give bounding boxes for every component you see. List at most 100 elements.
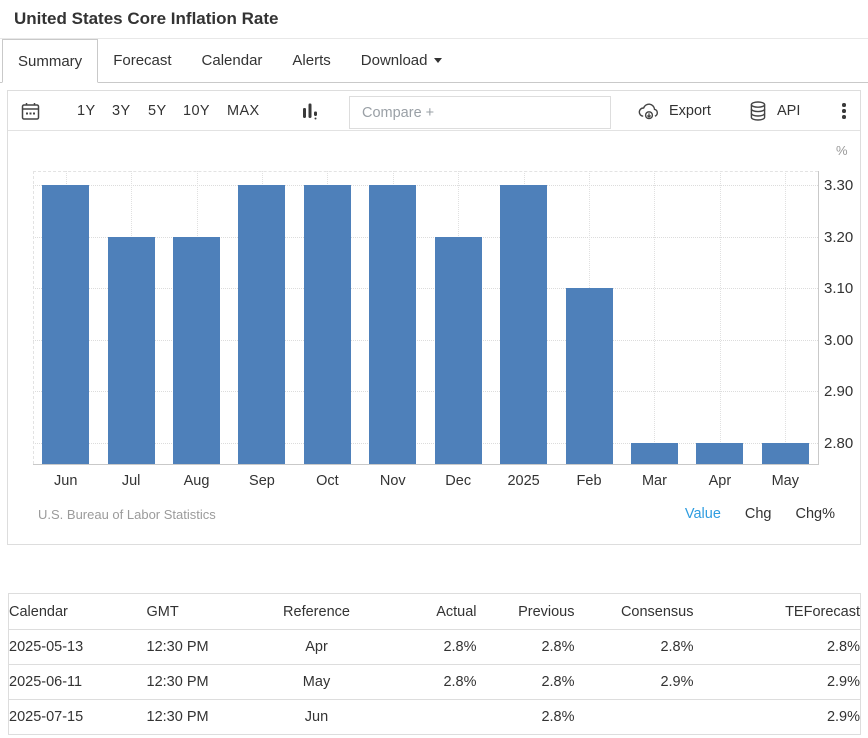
bar-jul[interactable] [108, 237, 155, 464]
x-axis-tick-label: Oct [294, 473, 360, 489]
table-cell-actual: 2.8% [377, 630, 477, 665]
table-cell-reference: Jun [257, 700, 377, 735]
table-cell-gmt: 12:30 PM [147, 665, 257, 700]
mode-link-value[interactable]: Value [685, 506, 721, 522]
bar-jun[interactable] [42, 185, 89, 464]
table-cell-teforecast: 2.8% [694, 630, 861, 665]
api-button[interactable]: API [747, 100, 800, 122]
bar-may[interactable] [762, 443, 809, 464]
table-cell-calendar: 2025-05-13 [9, 630, 147, 665]
tab-label: Summary [18, 53, 82, 70]
x-axis-tick-label: Jun [33, 473, 99, 489]
bar-dec[interactable] [435, 237, 482, 464]
plot-border-top [33, 171, 818, 172]
range-button-max[interactable]: MAX [227, 103, 260, 119]
page-title: United States Core Inflation Rate [14, 9, 278, 29]
mode-link-chg-pct[interactable]: Chg% [796, 506, 836, 522]
column-header-consensus: Consensus [575, 594, 694, 630]
cloud-download-icon [637, 100, 661, 122]
calendar-table: CalendarGMTReferenceActualPreviousConsen… [8, 593, 861, 735]
mode-link-chg[interactable]: Chg [745, 506, 772, 522]
bar-feb[interactable] [566, 288, 613, 464]
bar-apr[interactable] [696, 443, 743, 464]
tab-summary[interactable]: Summary [2, 39, 98, 83]
table-cell-consensus [575, 700, 694, 735]
table-cell-previous: 2.8% [477, 630, 575, 665]
y-axis-tick-label: 3.00 [824, 332, 853, 349]
x-axis-tick-label: May [752, 473, 818, 489]
bar-oct[interactable] [304, 185, 351, 464]
x-axis-tick-label: Feb [556, 473, 622, 489]
bar-nov[interactable] [369, 185, 416, 464]
table-cell-previous: 2.8% [477, 665, 575, 700]
x-axis-tick-label: 2025 [491, 473, 557, 489]
tab-download[interactable]: Download [346, 39, 458, 82]
y-axis-tick-label: 3.20 [824, 229, 853, 246]
table-cell-actual: 2.8% [377, 665, 477, 700]
y-axis-tick-label: 2.80 [824, 435, 853, 452]
table-cell-gmt: 12:30 PM [147, 630, 257, 665]
tab-label: Download [361, 52, 428, 69]
kebab-menu-icon[interactable] [840, 101, 848, 121]
chart-mode-switch: Value Chg Chg% [685, 506, 835, 522]
tab-calendar[interactable]: Calendar [187, 39, 278, 82]
chart-area: 3.303.203.103.002.902.80JunJulAugSepOctN… [8, 131, 860, 544]
calendar-table-header: CalendarGMTReferenceActualPreviousConsen… [9, 594, 861, 630]
range-button-5y[interactable]: 5Y [148, 103, 167, 119]
page-header: United States Core Inflation Rate [0, 0, 868, 39]
table-row: 2025-06-1112:30 PMMay2.8%2.8%2.9%2.9% [9, 665, 861, 700]
export-label: Export [669, 103, 711, 119]
x-gridline [785, 171, 786, 464]
column-header-teforecast: TEForecast [694, 594, 861, 630]
tab-bar: Summary Forecast Calendar Alerts Download [0, 39, 868, 83]
range-button-10y[interactable]: 10Y [183, 103, 210, 119]
chart-type-bars-icon[interactable] [300, 102, 320, 121]
x-axis-tick-label: Mar [621, 473, 687, 489]
tab-label: Alerts [292, 52, 330, 69]
range-button-3y[interactable]: 3Y [112, 103, 131, 119]
bar-mar[interactable] [631, 443, 678, 464]
column-header-reference: Reference [257, 594, 377, 630]
table-cell-actual [377, 700, 477, 735]
range-button-1y[interactable]: 1Y [77, 103, 96, 119]
chart-toolbar: 1Y 3Y 5Y 10Y MAX Export [8, 91, 860, 131]
compare-input[interactable] [349, 96, 611, 129]
column-header-calendar: Calendar [9, 594, 147, 630]
table-cell-calendar: 2025-06-11 [9, 665, 147, 700]
bar-sep[interactable] [238, 185, 285, 464]
calendar-table-body: 2025-05-1312:30 PMApr2.8%2.8%2.8%2.8%202… [9, 630, 861, 735]
table-cell-teforecast: 2.9% [694, 700, 861, 735]
table-row: 2025-07-1512:30 PMJun2.8%2.9% [9, 700, 861, 735]
export-button[interactable]: Export [637, 100, 711, 122]
x-axis-tick-label: Nov [360, 473, 426, 489]
table-cell-teforecast: 2.9% [694, 665, 861, 700]
y-axis-line [818, 171, 819, 464]
x-axis-line [33, 464, 819, 465]
table-cell-reference: May [257, 665, 377, 700]
column-header-previous: Previous [477, 594, 575, 630]
table-row: 2025-05-1312:30 PMApr2.8%2.8%2.8%2.8% [9, 630, 861, 665]
tab-label: Calendar [202, 52, 263, 69]
y-axis-unit-label: % [836, 143, 848, 158]
api-label: API [777, 103, 800, 119]
table-cell-gmt: 12:30 PM [147, 700, 257, 735]
x-gridline [654, 171, 655, 464]
bar-aug[interactable] [173, 237, 220, 464]
table-cell-consensus: 2.8% [575, 630, 694, 665]
tab-forecast[interactable]: Forecast [98, 39, 186, 82]
tab-label: Forecast [113, 52, 171, 69]
y-axis-tick-label: 3.10 [824, 280, 853, 297]
table-cell-calendar: 2025-07-15 [9, 700, 147, 735]
date-range-calendar-icon[interactable] [20, 101, 41, 122]
y-axis-tick-label: 2.90 [824, 383, 853, 400]
tab-alerts[interactable]: Alerts [277, 39, 345, 82]
y-axis-tick-label: 3.30 [824, 177, 853, 194]
table-cell-reference: Apr [257, 630, 377, 665]
bar-2025[interactable] [500, 185, 547, 464]
table-cell-consensus: 2.9% [575, 665, 694, 700]
x-axis-tick-label: Jul [98, 473, 164, 489]
x-axis-tick-label: Sep [229, 473, 295, 489]
column-header-actual: Actual [377, 594, 477, 630]
x-axis-tick-label: Dec [425, 473, 491, 489]
chart-card: 1Y 3Y 5Y 10Y MAX Export [7, 90, 861, 545]
